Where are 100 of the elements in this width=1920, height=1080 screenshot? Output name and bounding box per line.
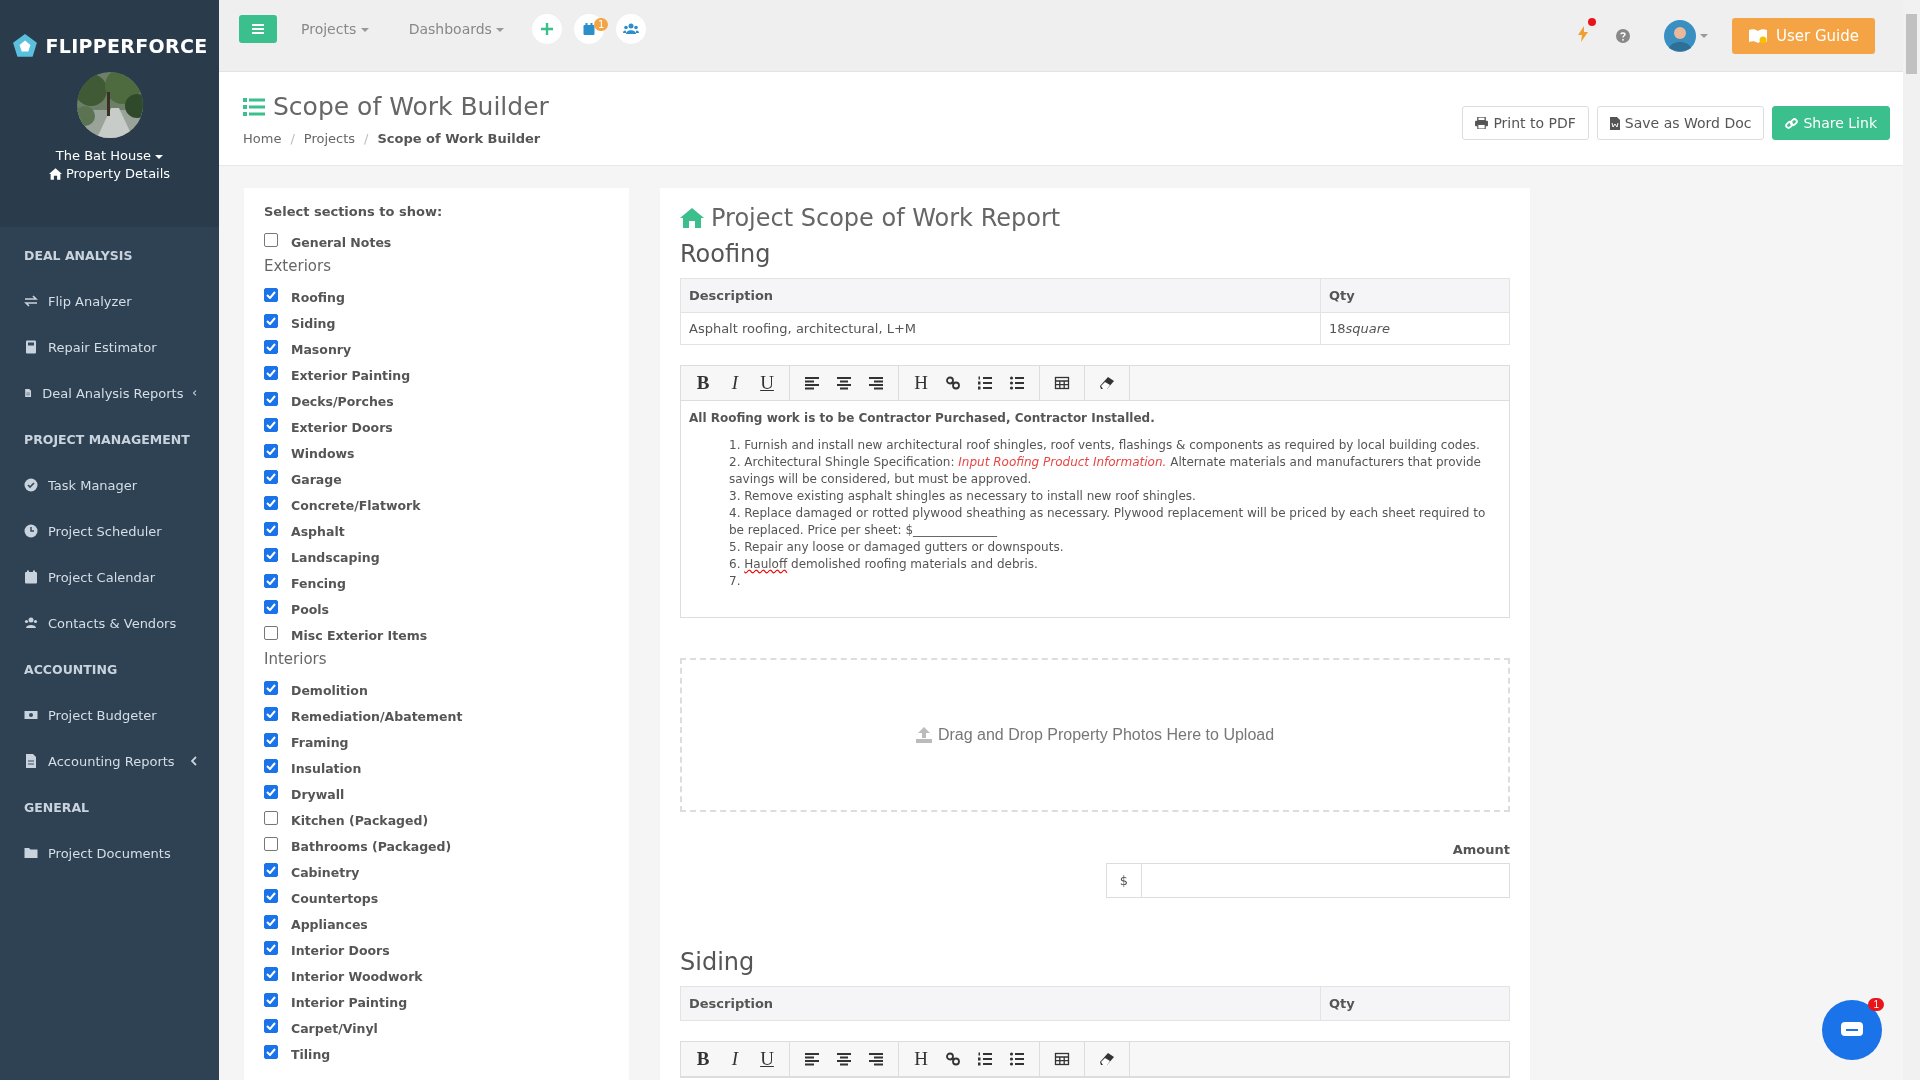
checkbox-label: Asphalt — [291, 523, 345, 539]
table-icon — [1054, 376, 1070, 390]
checkbox-label: Misc Exterior Items — [291, 627, 428, 643]
bold-button[interactable]: B — [687, 1042, 719, 1076]
sidebar-item[interactable]: Project Documents — [0, 830, 219, 876]
ordered-list-icon — [977, 1052, 993, 1066]
rich-text-editor[interactable]: B I U H — [680, 1041, 1510, 1078]
print-button[interactable]: Print to PDF — [1462, 106, 1589, 140]
align-left-icon — [804, 376, 820, 390]
scope-intro: All Roofing work is to be Contractor Purchased, Contractor Installed. — [689, 411, 1156, 425]
breadcrumb-separator: / — [364, 131, 369, 146]
user-menu[interactable] — [1664, 19, 1708, 52]
checkbox-label: Appliances — [291, 916, 368, 932]
checkbox[interactable] — [264, 967, 278, 981]
checkbox-label: Landscaping — [291, 549, 380, 565]
heading-button[interactable]: H — [905, 366, 937, 400]
checkbox[interactable] — [264, 681, 278, 695]
sidebar-item[interactable]: Task Manager — [0, 462, 219, 508]
checkbox[interactable] — [264, 1045, 278, 1059]
underline-button[interactable]: U — [751, 1042, 783, 1076]
checkbox[interactable] — [264, 444, 278, 458]
rich-text-editor[interactable] — [680, 365, 1510, 618]
checkbox[interactable] — [264, 496, 278, 510]
house-icon — [48, 167, 62, 180]
bold-button[interactable]: B — [687, 366, 719, 400]
checkbox[interactable] — [264, 733, 278, 747]
breadcrumb-current: Scope of Work Builder — [377, 131, 541, 146]
scope-item: 3. Remove existing asphalt shingles as necessary to install new roof shingles. — [729, 488, 1197, 505]
help-icon[interactable] — [1616, 28, 1630, 43]
heading-button[interactable]: H — [905, 1042, 937, 1076]
scope-item: 7. — [729, 573, 742, 590]
users-icon — [24, 616, 38, 630]
checkbox[interactable] — [264, 418, 278, 432]
italic-button[interactable]: I — [719, 1042, 751, 1076]
team-button[interactable] — [616, 13, 647, 44]
sidebar-item[interactable]: Deal Analysis Reports — [0, 370, 219, 416]
breadcrumb-link[interactable]: Home — [243, 131, 282, 146]
checkbox-label: Windows — [291, 445, 355, 461]
italic-button[interactable]: I — [719, 366, 751, 400]
checkbox-label: Pools — [291, 601, 330, 617]
sidebar-item[interactable]: Contacts & Vendors — [0, 600, 219, 646]
plus-icon — [541, 22, 554, 35]
page-title: Scope of Work Builder — [273, 92, 549, 121]
checkbox[interactable] — [264, 574, 278, 588]
checkbox-label: Insulation — [291, 760, 362, 776]
checkbox[interactable] — [264, 626, 278, 640]
folder-icon — [24, 846, 38, 860]
link-icon — [945, 1052, 961, 1066]
add-button[interactable] — [532, 13, 563, 44]
sidebar-item[interactable]: Project Scheduler — [0, 508, 219, 554]
checkbox[interactable] — [264, 915, 278, 929]
notification-badge: 1 — [1868, 998, 1884, 1011]
checkbox[interactable] — [264, 522, 278, 536]
checkbox-label: Fencing — [291, 575, 346, 591]
amount-field[interactable]: $ — [1106, 863, 1510, 898]
checkbox[interactable] — [264, 785, 278, 799]
sidebar-item[interactable]: Repair Estimator — [0, 324, 219, 370]
checkbox[interactable] — [264, 548, 278, 562]
checkbox[interactable] — [264, 811, 278, 825]
checkbox-label: Interior Painting — [291, 994, 408, 1010]
sidebar-item[interactable]: Project Calendar — [0, 554, 219, 600]
underline-button[interactable]: U — [751, 366, 783, 400]
section-title: Roofing — [680, 240, 772, 268]
nav-section-title: GENERAL — [23, 798, 91, 817]
checkbox-label: Exterior Doors — [291, 419, 393, 435]
checkbox[interactable] — [264, 837, 278, 851]
sidebar-item[interactable]: Flip Analyzer — [0, 278, 219, 324]
sidebar-item[interactable]: Project Budgeter — [0, 692, 219, 738]
document-icon — [1609, 116, 1620, 130]
checkbox[interactable] — [264, 707, 278, 721]
column-header: Qty — [1320, 278, 1510, 313]
checkbox[interactable] — [264, 366, 278, 380]
checkbox[interactable] — [264, 600, 278, 614]
checkbox[interactable] — [264, 759, 278, 773]
checkbox[interactable] — [264, 941, 278, 955]
checkbox[interactable] — [264, 863, 278, 877]
property-selector[interactable]: The Bat House — [55, 148, 164, 163]
drop-zone-text: Drag and Drop Property Photos Here to Upload — [937, 726, 1275, 744]
checkbox[interactable] — [264, 288, 278, 302]
checkbox[interactable] — [264, 470, 278, 484]
sidebar-item[interactable]: Accounting Reports — [0, 738, 219, 784]
checkbox[interactable] — [264, 392, 278, 406]
checkbox[interactable] — [264, 233, 278, 247]
amount-label: Amount — [1452, 842, 1510, 857]
calendar-button[interactable] — [574, 13, 605, 44]
lightning-icon — [1578, 26, 1588, 42]
photo-drop-zone[interactable]: Drag and Drop Property Photos Here to Upload — [680, 658, 1510, 812]
word-button[interactable]: Save as Word Doc — [1596, 106, 1765, 140]
checkbox-label: Remediation/Abatement — [291, 708, 463, 724]
checkbox-label: Cabinetry — [291, 864, 360, 880]
breadcrumb-link[interactable]: Projects — [303, 131, 356, 146]
checkbox[interactable] — [264, 993, 278, 1007]
menu-button[interactable] — [239, 14, 277, 43]
property-details-link[interactable]: Property Details — [48, 166, 171, 181]
checkbox[interactable] — [264, 340, 278, 354]
link-icon — [1785, 116, 1799, 130]
money-icon — [24, 708, 38, 722]
checkbox[interactable] — [264, 1019, 278, 1033]
checkbox[interactable] — [264, 314, 278, 328]
checkbox[interactable] — [264, 889, 278, 903]
